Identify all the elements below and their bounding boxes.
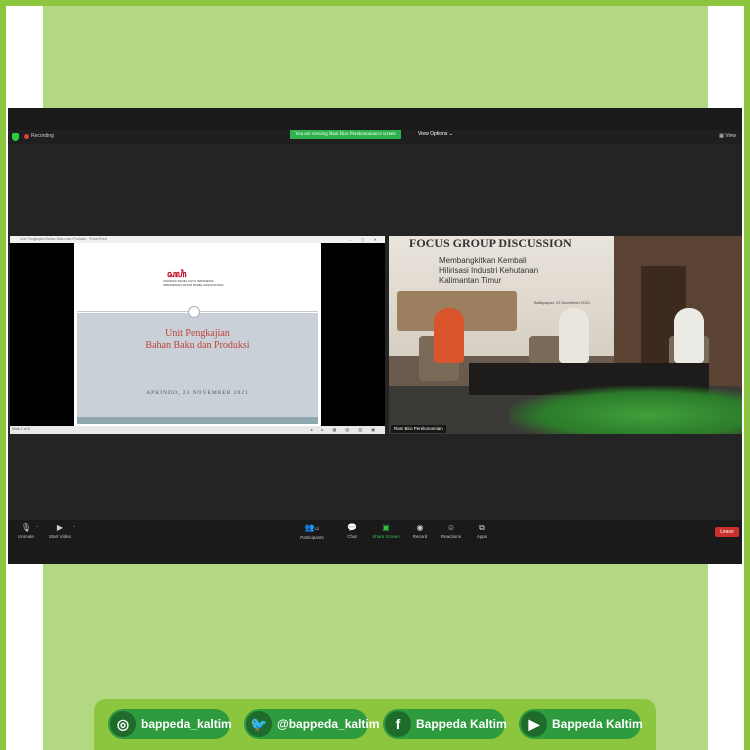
apkindo-logo: ꦱꦲꦶ (167, 269, 187, 279)
reactions-label: Reactions (440, 534, 461, 539)
slide-footer-band (77, 417, 318, 424)
participants-label: Participants (300, 535, 324, 540)
reactions-button[interactable]: ☺ Reactions (438, 523, 464, 539)
zoom-top-bar: Recording You are viewing Rani Biro Pere… (8, 130, 742, 144)
youtube-link[interactable]: ▶ Bappeda Kaltim (519, 709, 643, 739)
instagram-icon: ◎ (110, 711, 136, 737)
logo-caption-line2: INDONESIAN WOOD PANEL ASSOCIATION (163, 283, 224, 287)
video-camera-off-icon: ▶ (56, 523, 64, 532)
apps-icon: ⧉ (479, 523, 485, 532)
apps-label: Apps (476, 534, 488, 539)
smiley-plus-icon: ☺ (446, 523, 456, 532)
microphone-muted-icon: 🎙 (20, 523, 32, 532)
chat-label: Chat (347, 534, 357, 539)
youtube-handle: Bappeda Kaltim (552, 717, 643, 731)
facebook-link[interactable]: f Bappeda Kaltim (383, 709, 507, 739)
zoom-window: Recording You are viewing Rani Biro Pere… (8, 108, 742, 564)
share-screen-button[interactable]: ▣ Share Screen (371, 523, 401, 539)
record-label: Record (412, 534, 428, 539)
chat-button[interactable]: 💬 Chat (342, 523, 362, 539)
video-banner-line1: Membangkitkan Kembali (439, 256, 527, 265)
zoom-top-strip (8, 108, 742, 130)
instagram-handle: bappeda_kaltim (141, 717, 232, 731)
twitter-bird-icon: 🐦 (246, 711, 272, 737)
facebook-handle: Bappeda Kaltim (416, 717, 507, 731)
start-video-button[interactable]: ▶ Start Video (46, 523, 74, 539)
frame-right-border (744, 0, 750, 750)
apps-button[interactable]: ⧉ Apps (473, 523, 491, 539)
video-plants (509, 386, 742, 434)
security-shield-icon[interactable] (12, 133, 19, 141)
share-screen-label: Share Screen (372, 534, 400, 539)
twitter-handle: @bappeda_kaltim (277, 717, 380, 731)
twitter-link[interactable]: 🐦 @bappeda_kaltim (244, 709, 379, 739)
slide-header: ꦱꦲꦶ ASOSIASI PANEL KAYU INDONESIA INDONE… (77, 246, 318, 312)
grid-view-icon: ▦ (719, 133, 724, 139)
frame-left-border (0, 0, 6, 750)
video-speaker (559, 308, 589, 363)
shared-window-statusbar: Slide 1 of 6 ◂ ▸ ▦ ▤ ▥ ▣ (10, 426, 385, 434)
viewing-screen-banner: You are viewing Rani Biro Perekonomian's… (290, 130, 401, 139)
video-speaker (434, 308, 464, 363)
chat-icon: 💬 (347, 523, 357, 532)
unmute-label: Unmute (18, 534, 34, 539)
slide-heading-line1: Unit Pengkajian (165, 328, 230, 339)
shared-window-titlebar: Unit Pengkajian Bahan Baku dan Produksi … (10, 236, 385, 243)
slide-counter: Slide 1 of 6 (12, 427, 30, 431)
people-glyph: 👥 (304, 523, 315, 532)
chevron-down-icon: ⌄ (448, 131, 453, 137)
video-speaker (674, 308, 704, 363)
record-icon: ◉ (416, 523, 424, 532)
recording-icon (24, 134, 29, 139)
shared-window-title: Unit Pengkajian Bahan Baku dan Produksi … (20, 237, 107, 241)
view-button-label: View (725, 133, 736, 139)
slide-heading-line2: Bahan Baku dan Produksi (145, 340, 250, 351)
participant-video[interactable]: FOCUS GROUP DISCUSSION Membangkitkan Kem… (389, 236, 742, 434)
slide-date-line: APKINDO, 23 NOVEMBER 2021 (146, 390, 249, 396)
participants-button[interactable]: 👥12 Participants (298, 523, 326, 540)
view-options-button[interactable]: View Options ⌄ (418, 131, 453, 137)
view-controls: ◂ ▸ ▦ ▤ ▥ ▣ (310, 427, 379, 432)
participants-icon: 👥12 (298, 523, 326, 533)
video-banner-line2: Hilirisasi Industri Kehutanan (439, 266, 539, 275)
slide-body: Unit Pengkajian Bahan Baku dan Produksi … (77, 313, 318, 417)
view-options-label: View Options (418, 131, 448, 137)
start-video-label: Start Video (48, 534, 72, 539)
audio-options-caret-icon[interactable]: ^ (36, 524, 38, 529)
shared-screen: Unit Pengkajian Bahan Baku dan Produksi … (10, 236, 385, 434)
recording-label: Recording (31, 133, 54, 139)
share-screen-icon: ▣ (382, 523, 390, 532)
video-options-caret-icon[interactable]: ^ (73, 524, 75, 529)
participants-count: 12 (314, 526, 320, 531)
unmute-button[interactable]: 🎙 Unmute (14, 523, 38, 539)
view-button[interactable]: ▦ View (719, 133, 736, 139)
record-button[interactable]: ◉ Record (410, 523, 430, 539)
zoom-bottom-strip (8, 544, 742, 564)
video-banner-title: FOCUS GROUP DISCUSSION (409, 236, 572, 250)
meeting-toolbar: 🎙 Unmute ^ ▶ Start Video ^ 👥12 Participa… (8, 520, 742, 544)
youtube-play-icon: ▶ (521, 711, 547, 737)
social-media-bar: ◎ bappeda_kaltim 🐦 @bappeda_kaltim f Bap… (94, 699, 656, 750)
presentation-slide: ꦱꦲꦶ ASOSIASI PANEL KAYU INDONESIA INDONE… (74, 243, 321, 426)
video-banner-line3: Kalimantan Timur (439, 276, 502, 285)
video-banner-date: Balikpapan, 23 November 2021 (534, 300, 591, 305)
leave-button[interactable]: Leave (715, 527, 739, 537)
facebook-icon: f (385, 711, 411, 737)
instagram-link[interactable]: ◎ bappeda_kaltim (108, 709, 232, 739)
shared-window-controls: – ▢ ✕ (349, 237, 381, 242)
participant-name-label: Rani Biro Perekonomian (391, 425, 446, 433)
slide-circle-ornament (188, 306, 200, 318)
